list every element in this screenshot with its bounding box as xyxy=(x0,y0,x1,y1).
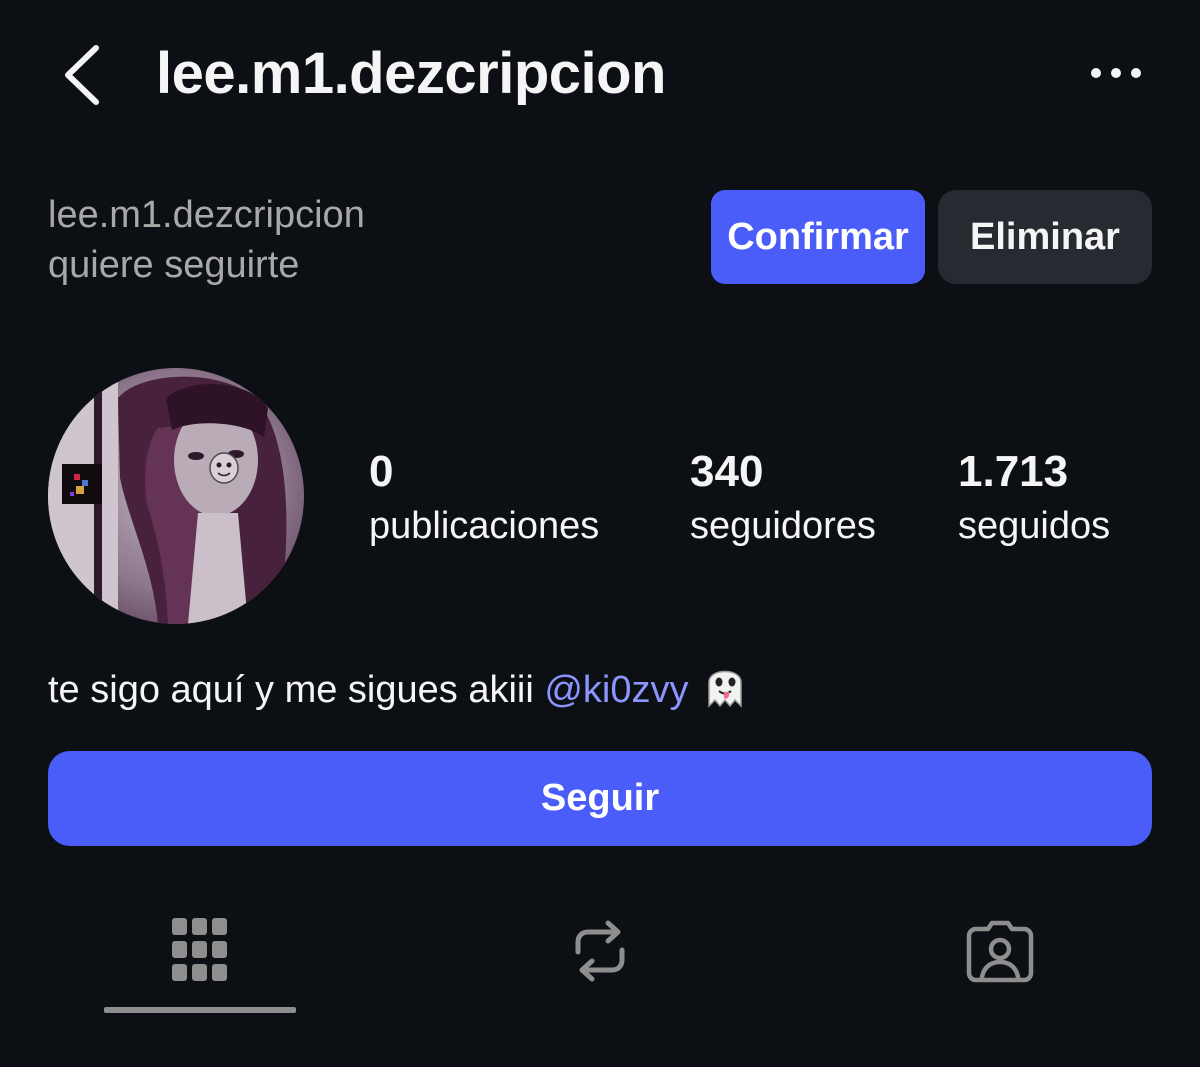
follow-request-username: lee.m1.dezcripcion xyxy=(48,194,365,236)
delete-button[interactable]: Eliminar xyxy=(938,190,1152,284)
repost-icon xyxy=(575,920,625,982)
bio-mention-link[interactable]: @ki0zvy xyxy=(544,669,688,711)
profile-page: lee.m1.dezcripcion lee.m1.dezcripcion qu… xyxy=(0,0,1200,1067)
following-label: seguidos xyxy=(958,505,1111,547)
confirm-button[interactable]: Confirmar xyxy=(711,190,925,284)
bio-text: te sigo aquí y me sigues akiii xyxy=(48,669,545,712)
stat-following[interactable]: 1.713 seguidos xyxy=(958,444,1110,552)
follow-request-text: lee.m1.dezcripcion quiere seguirte xyxy=(48,190,365,290)
followers-label: seguidores xyxy=(690,505,876,547)
tab-reposts[interactable] xyxy=(504,906,696,996)
tab-posts-grid[interactable] xyxy=(104,906,296,996)
ghost-icon xyxy=(699,660,751,724)
active-tab-indicator xyxy=(104,1007,296,1013)
avatar[interactable] xyxy=(48,368,304,624)
tagged-person-icon xyxy=(966,920,1034,983)
more-options-button[interactable] xyxy=(1088,58,1144,88)
bio: te sigo aquí y me sigues akiii @ki0zvy xyxy=(48,660,751,724)
chevron-left-icon xyxy=(65,45,99,105)
following-count: 1.713 xyxy=(958,447,1069,496)
follow-request-message: quiere seguirte xyxy=(48,244,300,286)
profile-photo xyxy=(48,368,304,624)
back-button[interactable] xyxy=(56,40,116,110)
posts-label: publicaciones xyxy=(369,505,600,547)
more-horizontal-icon xyxy=(1091,68,1141,78)
follow-button[interactable]: Seguir xyxy=(48,751,1152,846)
stat-followers[interactable]: 340 seguidores xyxy=(690,444,876,552)
tab-tagged[interactable] xyxy=(904,906,1096,996)
posts-count: 0 xyxy=(369,447,394,496)
followers-count: 340 xyxy=(690,447,764,496)
grid-icon xyxy=(172,918,227,981)
page-title: lee.m1.dezcripcion xyxy=(156,41,666,106)
stat-posts[interactable]: 0 publicaciones xyxy=(369,444,599,552)
